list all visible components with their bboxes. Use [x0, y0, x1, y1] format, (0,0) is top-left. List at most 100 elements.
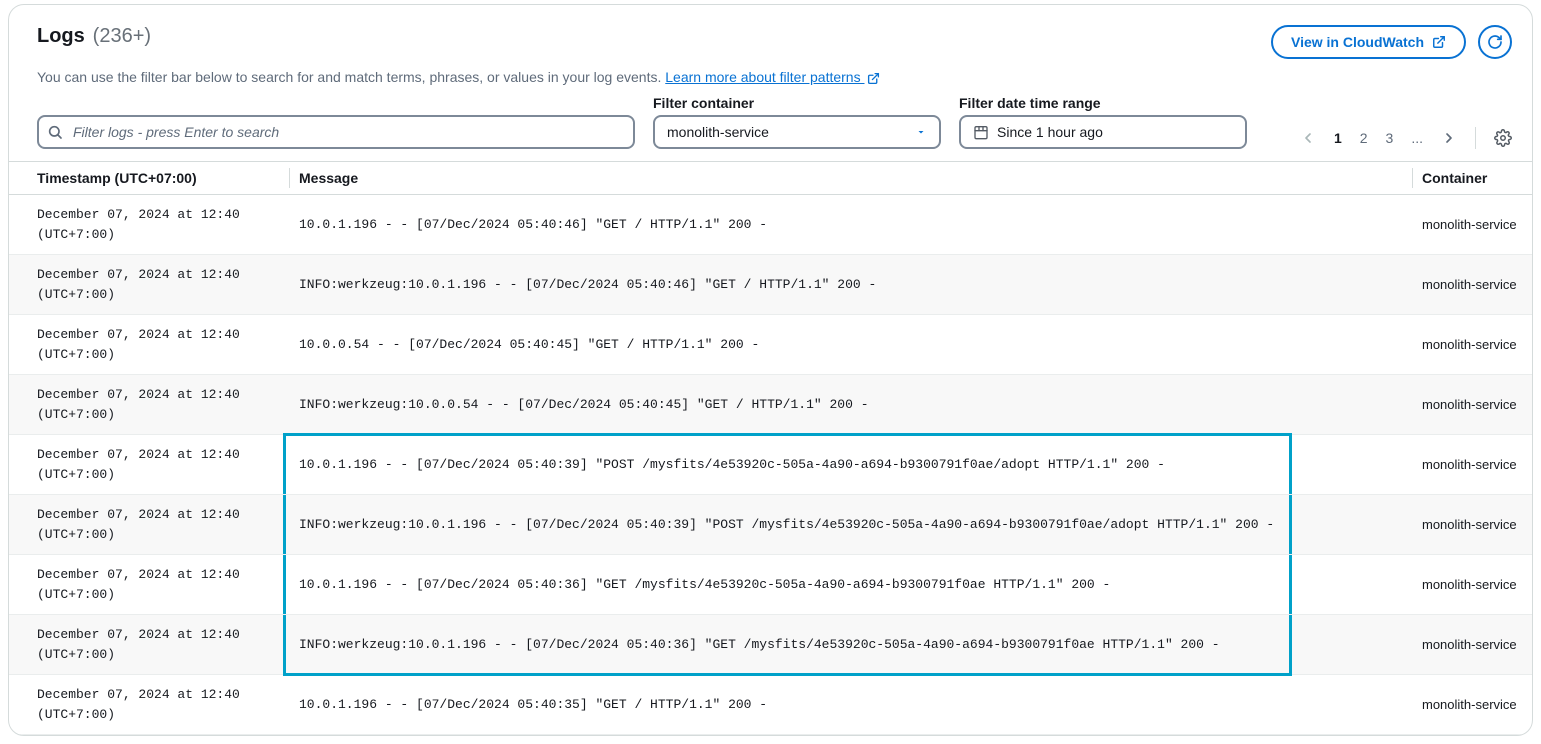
col-container[interactable]: Container — [1412, 162, 1532, 195]
table-row[interactable]: December 07, 2024 at 12:40(UTC+7:00) 10.0… — [9, 555, 1532, 615]
logs-panel: Logs (236+) View in CloudWatch — [8, 4, 1533, 736]
search-wrap — [37, 115, 635, 149]
chevron-right-icon — [1441, 130, 1457, 146]
cell-timestamp: December 07, 2024 at 12:40(UTC+7:00) — [9, 495, 289, 555]
cell-timestamp: December 07, 2024 at 12:40(UTC+7:00) — [9, 555, 289, 615]
timestamp-line2: (UTC+7:00) — [37, 465, 279, 485]
timestamp-line2: (UTC+7:00) — [37, 225, 279, 245]
cell-container: monolith-service — [1412, 615, 1532, 675]
filter-container-col: Filter container monolith-service — [653, 95, 941, 149]
col-timestamp[interactable]: Timestamp (UTC+07:00) — [9, 162, 289, 195]
page-more[interactable]: ... — [1411, 130, 1423, 146]
cell-container: monolith-service — [1412, 675, 1532, 735]
cell-message: INFO:werkzeug:10.0.1.196 - - [07/Dec/202… — [289, 255, 1412, 315]
table-row[interactable]: December 07, 2024 at 12:40(UTC+7:00) 10.0… — [9, 315, 1532, 375]
col-container-label: Container — [1422, 170, 1487, 186]
cell-message: 10.0.1.196 - - [07/Dec/2024 05:40:39] "P… — [289, 435, 1412, 495]
message-text: 10.0.1.196 - - [07/Dec/2024 05:40:35] "G… — [299, 697, 767, 712]
timestamp-line2: (UTC+7:00) — [37, 705, 279, 725]
message-text: INFO:werkzeug:10.0.1.196 - - [07/Dec/202… — [299, 277, 876, 292]
header-actions: View in CloudWatch — [1271, 25, 1512, 59]
table-row[interactable]: December 07, 2024 at 12:40(UTC+7:00) INFO… — [9, 375, 1532, 435]
timestamp-line2: (UTC+7:00) — [37, 645, 279, 665]
table-row[interactable]: December 07, 2024 at 12:40(UTC+7:00) INFO… — [9, 495, 1532, 555]
panel-count: (236+) — [93, 25, 151, 47]
cell-container: monolith-service — [1412, 375, 1532, 435]
pagination: 1 2 3... — [1300, 127, 1512, 149]
subheader-text: You can use the filter bar below to sear… — [37, 69, 665, 85]
page-1[interactable]: 1 — [1334, 130, 1342, 146]
cell-container: monolith-service — [1412, 435, 1532, 495]
col-message[interactable]: Message — [289, 162, 1412, 195]
cell-timestamp: December 07, 2024 at 12:40(UTC+7:00) — [9, 435, 289, 495]
view-cloudwatch-label: View in CloudWatch — [1291, 34, 1424, 50]
cell-timestamp: December 07, 2024 at 12:40(UTC+7:00) — [9, 255, 289, 315]
filter-container-select[interactable]: monolith-service — [653, 115, 941, 149]
page-3[interactable]: 3 — [1386, 130, 1394, 146]
cell-timestamp: December 07, 2024 at 12:40(UTC+7:00) — [9, 315, 289, 375]
cell-container: monolith-service — [1412, 555, 1532, 615]
chevron-left-icon — [1300, 130, 1316, 146]
table-row[interactable]: December 07, 2024 at 12:40(UTC+7:00) 10.0… — [9, 195, 1532, 255]
table-row[interactable]: December 07, 2024 at 12:40(UTC+7:00) 10.0… — [9, 675, 1532, 735]
cell-message: INFO:werkzeug:10.0.0.54 - - [07/Dec/2024… — [289, 375, 1412, 435]
view-cloudwatch-button[interactable]: View in CloudWatch — [1271, 25, 1466, 59]
cell-container: monolith-service — [1412, 495, 1532, 555]
cell-timestamp: December 07, 2024 at 12:40(UTC+7:00) — [9, 615, 289, 675]
timestamp-line1: December 07, 2024 at 12:40 — [37, 265, 279, 285]
cell-message: 10.0.0.54 - - [07/Dec/2024 05:40:45] "GE… — [289, 315, 1412, 375]
filter-date-label: Filter date time range — [959, 95, 1247, 111]
timestamp-line1: December 07, 2024 at 12:40 — [37, 565, 279, 585]
cell-message: 10.0.1.196 - - [07/Dec/2024 05:40:46] "G… — [289, 195, 1412, 255]
cell-container: monolith-service — [1412, 315, 1532, 375]
timestamp-line2: (UTC+7:00) — [37, 585, 279, 605]
page-prev[interactable] — [1300, 130, 1316, 146]
gear-icon — [1494, 129, 1512, 147]
message-text: 10.0.1.196 - - [07/Dec/2024 05:40:36] "G… — [299, 577, 1110, 592]
refresh-icon — [1487, 34, 1503, 50]
external-link-icon — [867, 72, 880, 85]
cell-message: 10.0.1.196 - - [07/Dec/2024 05:40:36] "G… — [289, 555, 1412, 615]
cell-message: INFO:werkzeug:10.0.1.196 - - [07/Dec/202… — [289, 495, 1412, 555]
timestamp-line1: December 07, 2024 at 12:40 — [37, 325, 279, 345]
filter-container-value: monolith-service — [667, 124, 769, 140]
message-text: 10.0.1.196 - - [07/Dec/2024 05:40:46] "G… — [299, 217, 767, 232]
log-table: Timestamp (UTC+07:00) Message Container … — [9, 161, 1532, 735]
message-text: INFO:werkzeug:10.0.1.196 - - [07/Dec/202… — [299, 517, 1274, 532]
timestamp-line2: (UTC+7:00) — [37, 285, 279, 305]
table-row[interactable]: December 07, 2024 at 12:40(UTC+7:00) 10.0… — [9, 435, 1532, 495]
refresh-button[interactable] — [1478, 25, 1512, 59]
cell-timestamp: December 07, 2024 at 12:40(UTC+7:00) — [9, 675, 289, 735]
page-next[interactable] — [1441, 130, 1457, 146]
cell-timestamp: December 07, 2024 at 12:40(UTC+7:00) — [9, 375, 289, 435]
cell-message: 10.0.1.196 - - [07/Dec/2024 05:40:35] "G… — [289, 675, 1412, 735]
panel-title: Logs — [37, 25, 85, 47]
filter-row: Filter container monolith-service Filter… — [9, 95, 1532, 161]
message-text: INFO:werkzeug:10.0.1.196 - - [07/Dec/202… — [299, 637, 1220, 652]
filter-date-select[interactable]: Since 1 hour ago — [959, 115, 1247, 149]
learn-more-link[interactable]: Learn more about filter patterns — [665, 69, 879, 85]
message-text: 10.0.1.196 - - [07/Dec/2024 05:40:39] "P… — [299, 457, 1165, 472]
pager-divider — [1475, 127, 1476, 149]
filter-container-label: Filter container — [653, 95, 941, 111]
filter-date-col: Filter date time range Since 1 hour ago — [959, 95, 1247, 149]
table-row[interactable]: December 07, 2024 at 12:40(UTC+7:00) INFO… — [9, 255, 1532, 315]
message-text: INFO:werkzeug:10.0.0.54 - - [07/Dec/2024… — [299, 397, 869, 412]
timestamp-line1: December 07, 2024 at 12:40 — [37, 505, 279, 525]
cell-container: monolith-service — [1412, 255, 1532, 315]
page-2[interactable]: 2 — [1360, 130, 1368, 146]
search-icon — [47, 124, 63, 140]
timestamp-line1: December 07, 2024 at 12:40 — [37, 445, 279, 465]
header-row: Logs (236+) View in CloudWatch — [9, 25, 1532, 63]
message-text: 10.0.0.54 - - [07/Dec/2024 05:40:45] "GE… — [299, 337, 759, 352]
filter-logs-input[interactable] — [37, 115, 635, 149]
col-message-label: Message — [299, 170, 358, 186]
calendar-icon — [973, 124, 989, 140]
table-row[interactable]: December 07, 2024 at 12:40(UTC+7:00) INFO… — [9, 615, 1532, 675]
timestamp-line1: December 07, 2024 at 12:40 — [37, 205, 279, 225]
settings-button[interactable] — [1494, 129, 1512, 147]
cell-container: monolith-service — [1412, 195, 1532, 255]
learn-more-label: Learn more about filter patterns — [665, 69, 864, 85]
timestamp-line2: (UTC+7:00) — [37, 345, 279, 365]
timestamp-line1: December 07, 2024 at 12:40 — [37, 685, 279, 705]
